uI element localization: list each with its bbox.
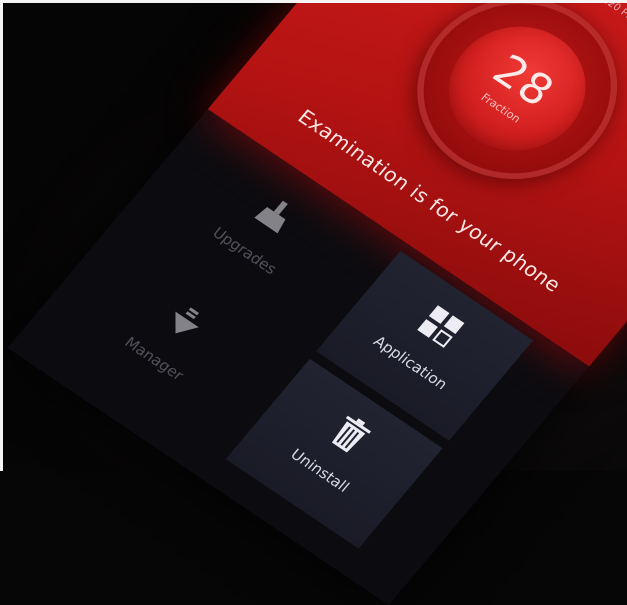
trash-icon xyxy=(316,409,378,466)
download-icon xyxy=(152,297,213,352)
phone-device: 4:20 PM ⚙ 28 Fraction Examination is for… xyxy=(7,0,627,605)
score-dial-inner: 28 Fraction xyxy=(421,2,614,175)
broom-icon xyxy=(242,190,303,245)
status-time: 4:20 PM xyxy=(596,0,627,24)
grid-icon xyxy=(407,301,469,358)
phone-screen: 4:20 PM ⚙ 28 Fraction Examination is for… xyxy=(7,0,627,605)
photo-background: 4:20 PM ⚙ 28 Fraction Examination is for… xyxy=(0,0,627,605)
